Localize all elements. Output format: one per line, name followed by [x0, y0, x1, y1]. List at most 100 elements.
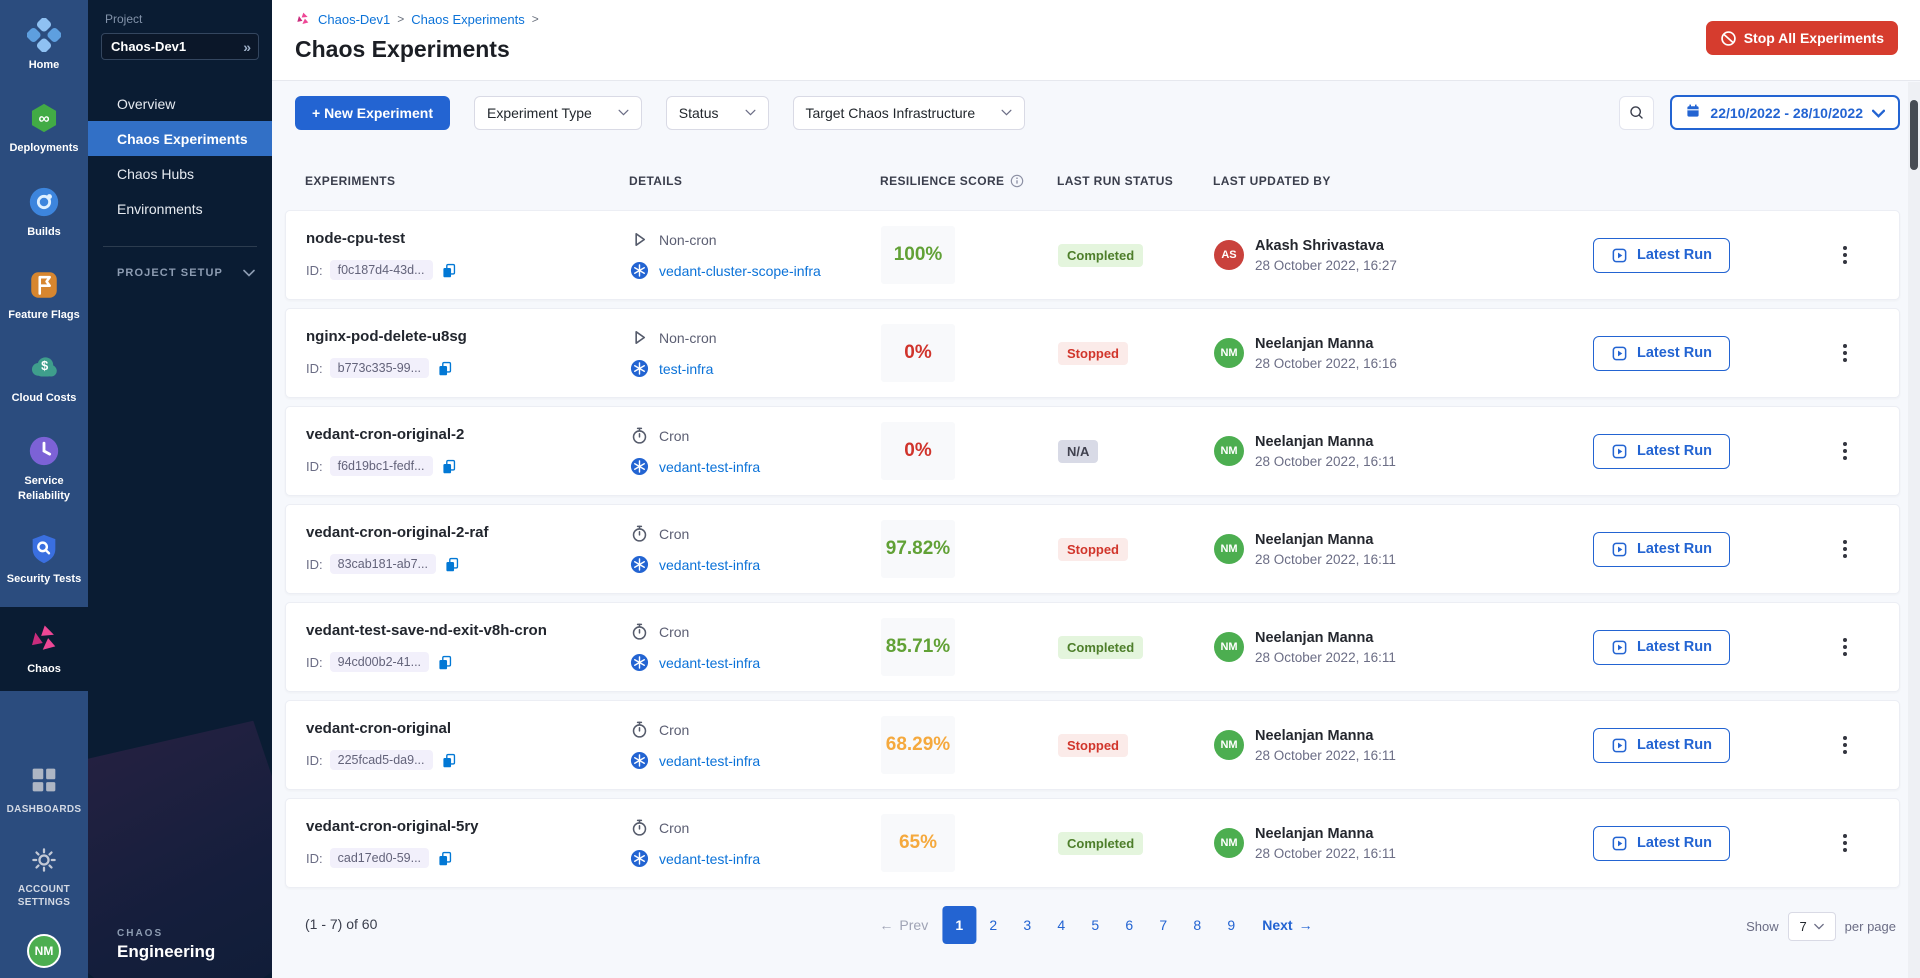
project-selector[interactable]: Chaos-Dev1 » [101, 33, 259, 60]
status-filter[interactable]: Status [666, 96, 769, 130]
experiment-row[interactable]: nginx-pod-delete-u8sg ID: b773c335-99...… [285, 308, 1900, 398]
sidebar-item-security-tests[interactable]: Security Tests [0, 524, 88, 593]
page-number-1[interactable]: 1 [942, 906, 976, 944]
experiment-id: f0c187d4-43d... [330, 260, 433, 280]
prev-page-button[interactable]: ← Prev [871, 907, 936, 943]
id-label: ID: [306, 361, 323, 376]
infrastructure-link[interactable]: vedant-test-infra [659, 753, 760, 769]
page-number-4[interactable]: 4 [1044, 906, 1078, 944]
infrastructure-link[interactable]: vedant-cluster-scope-infra [659, 263, 821, 279]
experiment-type-filter[interactable]: Experiment Type [474, 96, 642, 130]
arrow-left-icon: ← [879, 917, 893, 933]
copy-icon[interactable] [440, 262, 457, 279]
next-page-button[interactable]: Next → [1254, 907, 1320, 943]
experiment-row[interactable]: vedant-test-save-nd-exit-v8h-cron ID: 94… [285, 602, 1900, 692]
copy-icon[interactable] [436, 654, 453, 671]
page-number-2[interactable]: 2 [976, 906, 1010, 944]
id-label: ID: [306, 459, 323, 474]
nav-item-environments[interactable]: Environments [88, 191, 272, 226]
page-number-9[interactable]: 9 [1214, 906, 1248, 944]
schedule-type: Non-cron [659, 330, 717, 346]
latest-run-button[interactable]: Latest Run [1593, 336, 1730, 371]
resilience-score-value: 0% [904, 440, 931, 462]
sidebar-item-account-settings[interactable]: ACCOUNT SETTINGS [0, 835, 88, 916]
info-icon[interactable] [1010, 174, 1024, 188]
resilience-score-box: 85.71% [881, 618, 955, 676]
kebab-menu[interactable] [1833, 730, 1857, 760]
sidebar-item-feature-flags[interactable]: Feature Flags [0, 260, 88, 329]
experiment-name: vedant-cron-original [306, 720, 630, 737]
latest-run-button[interactable]: Latest Run [1593, 630, 1730, 665]
expand-project-icon[interactable]: » [243, 39, 251, 55]
sidebar-item-dashboards[interactable]: DASHBOARDS [0, 755, 88, 823]
page-header: Chaos-Dev1 > Chaos Experiments > Chaos E… [272, 0, 1920, 81]
nav-item-chaos-hubs[interactable]: Chaos Hubs [88, 156, 272, 191]
cron-stopwatch-icon [630, 720, 649, 739]
page-number-8[interactable]: 8 [1180, 906, 1214, 944]
experiment-row[interactable]: node-cpu-test ID: f0c187d4-43d... Non-cr… [285, 210, 1900, 300]
breadcrumb-experiments[interactable]: Chaos Experiments [411, 12, 524, 27]
copy-icon[interactable] [443, 556, 460, 573]
kebab-menu[interactable] [1833, 436, 1857, 466]
kebab-menu[interactable] [1833, 632, 1857, 662]
infrastructure-link[interactable]: vedant-test-infra [659, 851, 760, 867]
stop-all-label: Stop All Experiments [1744, 30, 1884, 46]
sidebar-item-deployments[interactable]: ∞ Deployments [0, 93, 88, 162]
experiment-row[interactable]: vedant-cron-original-5ry ID: cad17ed0-59… [285, 798, 1900, 888]
cloud-costs-icon: $ [26, 350, 62, 386]
latest-run-button[interactable]: Latest Run [1593, 826, 1730, 861]
play-box-icon [1611, 835, 1628, 852]
target-infrastructure-filter[interactable]: Target Chaos Infrastructure [793, 96, 1026, 130]
search-button[interactable] [1619, 96, 1654, 130]
copy-icon[interactable] [440, 458, 457, 475]
resilience-score-value: 97.82% [886, 538, 950, 560]
breadcrumb-project[interactable]: Chaos-Dev1 [318, 12, 390, 27]
copy-icon[interactable] [436, 850, 453, 867]
per-page-select[interactable]: 7 [1788, 912, 1836, 941]
latest-run-button[interactable]: Latest Run [1593, 238, 1730, 273]
kebab-menu[interactable] [1833, 240, 1857, 270]
user-avatar[interactable]: NM [27, 934, 61, 968]
project-setup-toggle[interactable]: PROJECT SETUP [88, 267, 272, 279]
stop-all-experiments-button[interactable]: Stop All Experiments [1706, 21, 1898, 55]
sidebar-item-builds[interactable]: Builds [0, 177, 88, 246]
nav-item-overview[interactable]: Overview [88, 86, 272, 121]
latest-run-button[interactable]: Latest Run [1593, 728, 1730, 763]
page-number-6[interactable]: 6 [1112, 906, 1146, 944]
kebab-menu[interactable] [1833, 534, 1857, 564]
infrastructure-link[interactable]: vedant-test-infra [659, 655, 760, 671]
latest-run-button[interactable]: Latest Run [1593, 434, 1730, 469]
infrastructure-link[interactable]: vedant-test-infra [659, 557, 760, 573]
module-label: DASHBOARDS [7, 803, 82, 816]
new-experiment-button[interactable]: + New Experiment [295, 96, 450, 130]
updated-at: 28 October 2022, 16:11 [1255, 748, 1396, 763]
project-name: Chaos-Dev1 [111, 39, 186, 54]
search-icon [1628, 104, 1645, 121]
kebab-menu[interactable] [1833, 338, 1857, 368]
kebab-menu[interactable] [1833, 828, 1857, 858]
scrollbar[interactable] [1908, 82, 1920, 978]
experiment-name: vedant-cron-original-2-raf [306, 524, 630, 541]
copy-icon[interactable] [440, 752, 457, 769]
experiment-row[interactable]: vedant-cron-original-2 ID: f6d19bc1-fedf… [285, 406, 1900, 496]
sidebar-item-cloud-costs[interactable]: $ Cloud Costs [0, 343, 88, 412]
date-range-picker[interactable]: 22/10/2022 - 28/10/2022 [1670, 95, 1900, 130]
cron-stopwatch-icon [630, 622, 649, 641]
page-number-5[interactable]: 5 [1078, 906, 1112, 944]
scrollbar-thumb[interactable] [1910, 100, 1918, 170]
infrastructure-link[interactable]: vedant-test-infra [659, 459, 760, 475]
copy-icon[interactable] [436, 360, 453, 377]
sidebar-item-home[interactable]: Home [0, 10, 88, 79]
infrastructure-link[interactable]: test-infra [659, 361, 713, 377]
sidebar-item-chaos[interactable]: Chaos [0, 607, 88, 690]
experiment-row[interactable]: vedant-cron-original-2-raf ID: 83cab181-… [285, 504, 1900, 594]
sidebar-item-service-reliability[interactable]: Service Reliability [0, 426, 88, 510]
latest-run-button[interactable]: Latest Run [1593, 532, 1730, 567]
play-box-icon [1611, 541, 1628, 558]
page-number-3[interactable]: 3 [1010, 906, 1044, 944]
per-page-value: 7 [1800, 919, 1807, 934]
updated-by-name: Neelanjan Manna [1255, 532, 1396, 548]
nav-item-chaos-experiments[interactable]: Chaos Experiments [88, 121, 272, 156]
page-number-7[interactable]: 7 [1146, 906, 1180, 944]
experiment-row[interactable]: vedant-cron-original ID: 225fcad5-da9...… [285, 700, 1900, 790]
